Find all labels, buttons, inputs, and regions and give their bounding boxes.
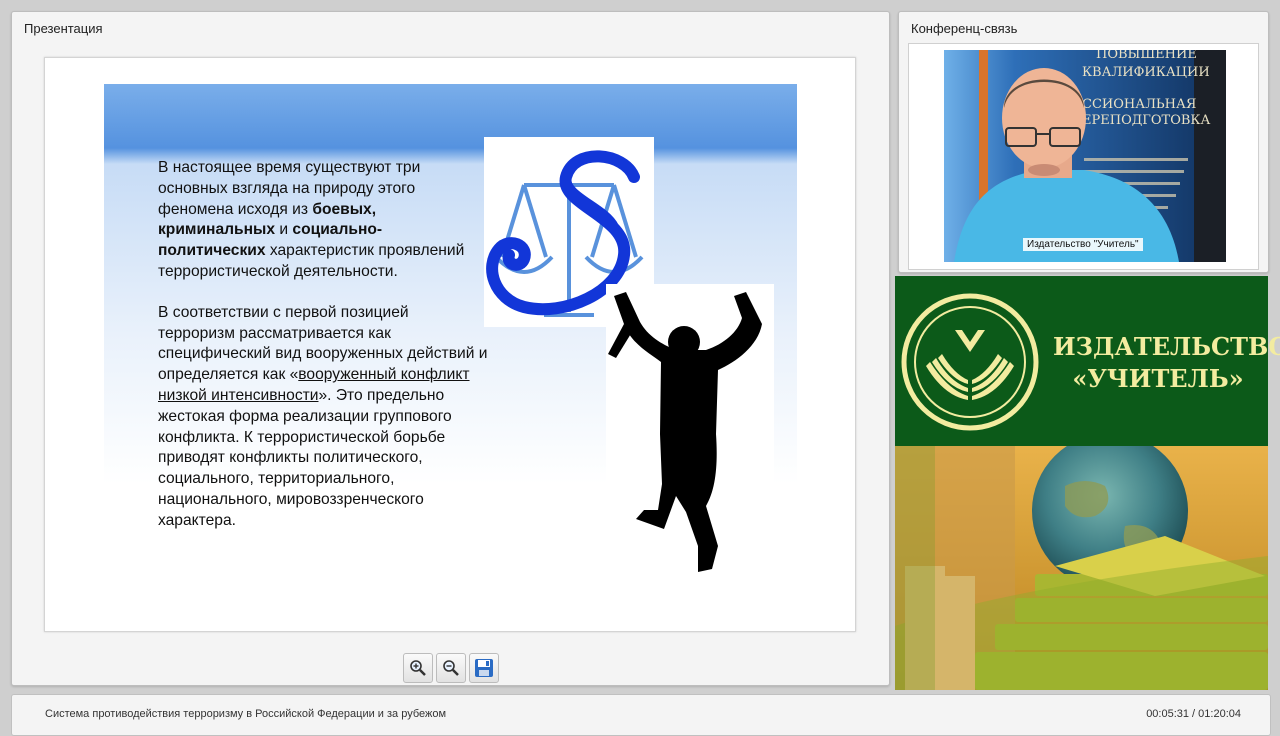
- video-caption: Издательство "Учитель": [1023, 238, 1143, 251]
- backdrop-text-line: КВАЛИФИКАЦИИ: [1082, 65, 1210, 80]
- silhouette-image: [606, 284, 774, 582]
- backdrop-text-line: ЕРЕПОДГОТОВКА: [1082, 113, 1210, 128]
- save-button[interactable]: [469, 653, 499, 683]
- books-globe-image: [895, 446, 1268, 690]
- presentation-panel: Презентация В настоящее время существуют…: [11, 11, 890, 686]
- slide-text: В настоящее время существуют три основны…: [158, 158, 488, 552]
- zoom-in-button[interactable]: [403, 653, 433, 683]
- presentation-panel-title: Презентация: [24, 21, 103, 36]
- conference-panel: Конференц-связь ПОВЫШЕНИЕ КВАЛИФИКАЦИИ С…: [898, 11, 1269, 273]
- slide-text-run: и: [275, 221, 293, 239]
- floppy-disk-icon: [475, 659, 493, 677]
- footer-bar: Система противодействия терроризму в Рос…: [11, 694, 1271, 736]
- conference-panel-title: Конференц-связь: [911, 21, 1018, 36]
- slide-paragraph-2: В соответствии с первой позицией террори…: [158, 303, 488, 532]
- slide-paragraph-1: В настоящее время существуют три основны…: [158, 158, 488, 283]
- zoom-in-icon: [410, 660, 426, 676]
- publisher-logo: [901, 293, 1039, 431]
- slide-viewer[interactable]: В настоящее время существуют три основны…: [44, 57, 856, 632]
- backdrop-text-line: ПОВЫШЕНИЕ: [1096, 50, 1197, 62]
- slide: В настоящее время существуют три основны…: [104, 84, 797, 586]
- webcam-video[interactable]: ПОВЫШЕНИЕ КВАЛИФИКАЦИИ ССИОНАЛЬНАЯ ЕРЕПО…: [944, 50, 1226, 262]
- publisher-name: ИЗДАТЕЛЬСТВО «УЧИТЕЛЬ»: [1053, 331, 1280, 395]
- publisher-name-line-1: ИЗДАТЕЛЬСТВО: [1053, 332, 1280, 361]
- course-title: Система противодействия терроризму в Рос…: [45, 708, 447, 720]
- backdrop-text-line: ССИОНАЛЬНАЯ: [1082, 97, 1196, 112]
- slide-text-run: ». Это предельно жестокая форма реализац…: [158, 386, 452, 529]
- zoom-out-button[interactable]: [436, 653, 466, 683]
- zoom-out-icon: [443, 660, 459, 676]
- playback-time: 00:05:31 / 01:20:04: [1146, 708, 1241, 720]
- publisher-name-line-2: «УЧИТЕЛЬ»: [1072, 364, 1244, 393]
- publisher-banner: ИЗДАТЕЛЬСТВО «УЧИТЕЛЬ»: [895, 276, 1280, 446]
- slide-text-run: В настоящее время существуют три основны…: [158, 159, 421, 218]
